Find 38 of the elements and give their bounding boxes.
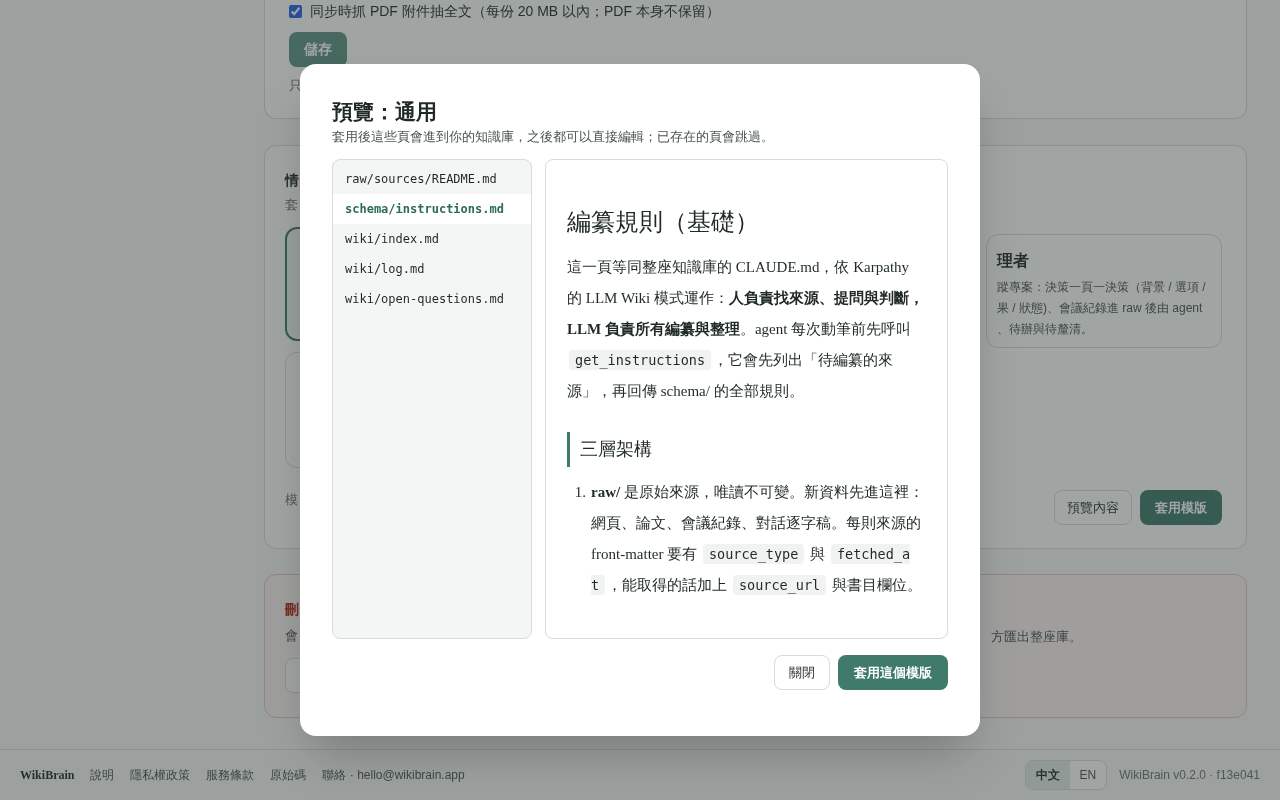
template-note: 模: [285, 490, 298, 509]
dialog-subtitle: 套用後這些頁會進到你的知識庫，之後都可以直接編輯；已存在的頁會跳過。: [332, 128, 774, 146]
list-number: 1.: [573, 483, 587, 502]
footer-link[interactable]: 說明: [90, 766, 115, 784]
footer-link[interactable]: 原始碼: [270, 766, 307, 784]
preview-heading: 編纂規則（基礎）: [567, 208, 759, 237]
section-description: 套: [285, 196, 298, 214]
version-text: WikiBrain v0.2.0 · f13e041: [1119, 767, 1260, 784]
footer-link[interactable]: 聯絡 · hello@wikibrain.app: [322, 766, 465, 784]
file-item[interactable]: schema/instructions.md: [333, 194, 531, 224]
preview-subheading: 三層架構: [567, 432, 926, 467]
template-description: 、待辦與待釐清。: [997, 321, 1093, 338]
file-item[interactable]: wiki/log.md: [333, 254, 531, 284]
close-button[interactable]: 關閉: [774, 655, 830, 690]
apply-button[interactable]: 套用這個模版: [838, 655, 948, 690]
dialog-title: 預覽：通用: [332, 99, 437, 126]
checkbox-label: 同步時抓 PDF 附件抽全文（每份 20 MB 以內；PDF 本身不保留）: [310, 1, 720, 21]
language-option[interactable]: 中文: [1025, 761, 1070, 789]
file-item[interactable]: raw/sources/README.md: [333, 164, 531, 194]
language-option[interactable]: EN: [1069, 761, 1107, 789]
danger-title: 刪: [285, 600, 299, 619]
danger-description: 方匯出整座庫。: [991, 628, 1082, 646]
preview-button[interactable]: 預覽內容: [1054, 490, 1132, 525]
file-item[interactable]: wiki/index.md: [333, 224, 531, 254]
footer-link[interactable]: 服務條款: [206, 766, 255, 784]
template-title: 理者: [997, 251, 1029, 271]
footer-brand: WikiBrain: [20, 767, 75, 784]
template-description: 蹤專案：決策一頁一決策（背景 / 選項 /: [997, 279, 1206, 296]
danger-description: 會: [285, 627, 298, 645]
preview-paragraph: 這一頁等同整座知識庫的 CLAUDE.md，依 Karpathy 的 LLM Wiki 模式運作：人負責找來源、提問與判斷，LLM 負責所有編纂與整理。agent 每次動筆前先呼叫 get_instructions ，它會先列出「待編纂的來源」，再回傳 schema/ 的全部規則。: [567, 258, 926, 401]
apply-template-button[interactable]: 套用模版: [1140, 490, 1222, 525]
template-card[interactable]: 理者 蹤專案：決策一頁一決策（背景 / 選項 / 果 / 狀態)、會議紀錄進 raw 後由 agent 、待辦與待釐清。: [986, 234, 1222, 348]
template-description: 果 / 狀態)、會議紀錄進 raw 後由 agent: [997, 300, 1203, 317]
sync-checkbox[interactable]: [289, 4, 302, 18]
list-item-text: raw/ 是原始來源，唯讀不可變。新資料先進這裡：網頁、論文、會議紀錄、對話逐字稿。每則來源的 front-matter 要有 source_type 與 fetched_at ，能取得的話加上 source_url 與書目欄位。: [591, 483, 925, 597]
file-item[interactable]: wiki/open-questions.md: [333, 284, 531, 314]
section-title: 情: [285, 171, 299, 190]
footer-link[interactable]: 隱私權政策: [130, 766, 191, 784]
